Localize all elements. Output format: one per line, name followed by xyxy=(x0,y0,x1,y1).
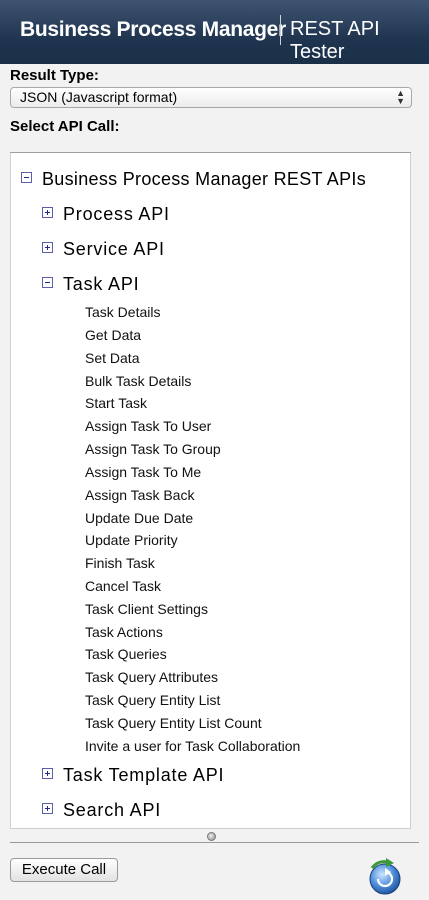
task-api-item[interactable]: Assign Task To User xyxy=(85,418,211,434)
tree-node-label: Search API xyxy=(63,800,162,820)
task-api-item[interactable]: Cancel Task xyxy=(85,578,161,594)
select-api-label: Select API Call: xyxy=(10,118,120,135)
select-arrows-icon: ▲ ▼ xyxy=(396,88,405,106)
task-api-item[interactable]: Task Query Entity List Count xyxy=(85,715,262,731)
task-api-item[interactable]: Start Task xyxy=(85,395,147,411)
task-api-item[interactable]: Bulk Task Details xyxy=(85,373,191,389)
footer-divider xyxy=(10,842,419,843)
task-api-item[interactable]: Set Data xyxy=(85,350,139,366)
tree-root-label: Business Process Manager REST APIs xyxy=(42,169,367,189)
result-type-value: JSON (Javascript format) xyxy=(20,89,178,105)
resize-grip-icon[interactable] xyxy=(207,832,216,841)
task-api-item[interactable]: Update Priority xyxy=(85,532,178,548)
task-api-item[interactable]: Assign Task To Group xyxy=(85,441,221,457)
task-api-item[interactable]: Update Due Date xyxy=(85,510,193,526)
task-api-item[interactable]: Assign Task To Me xyxy=(85,464,201,480)
app-header: Business Process Manager REST API Tester xyxy=(0,0,429,64)
tree-node-label: Task Template API xyxy=(63,765,225,785)
task-api-item[interactable]: Get Data xyxy=(85,327,141,343)
tree-node-label: Task API xyxy=(63,274,140,294)
result-type-select[interactable]: JSON (Javascript format) ▲ ▼ xyxy=(10,87,412,108)
tool-title: REST API Tester xyxy=(290,18,380,63)
collapse-icon[interactable] xyxy=(42,277,53,288)
task-api-item[interactable]: Task Queries xyxy=(85,646,167,662)
task-api-item[interactable]: Task Query Entity List xyxy=(85,692,220,708)
execute-call-button[interactable]: Execute Call xyxy=(10,858,118,882)
refresh-globe-icon[interactable] xyxy=(364,856,404,896)
api-tree: Business Process Manager REST APIs Proce… xyxy=(10,153,411,829)
tree-node-label: Service API xyxy=(63,239,165,259)
expand-icon[interactable] xyxy=(42,207,53,218)
collapse-icon[interactable] xyxy=(21,172,32,183)
app-title: Business Process Manager xyxy=(20,18,286,41)
expand-icon[interactable] xyxy=(42,242,53,253)
expand-icon[interactable] xyxy=(42,768,53,779)
task-api-item[interactable]: Assign Task Back xyxy=(85,487,194,503)
task-api-item[interactable]: Task Details xyxy=(85,304,160,320)
tree-node-label: Process API xyxy=(63,204,170,224)
task-api-item[interactable]: Task Actions xyxy=(85,624,163,640)
task-api-item[interactable]: Invite a user for Task Collaboration xyxy=(85,738,300,754)
task-api-item[interactable]: Task Client Settings xyxy=(85,601,208,617)
task-api-item[interactable]: Finish Task xyxy=(85,555,155,571)
task-api-item[interactable]: Task Query Attributes xyxy=(85,669,218,685)
header-separator xyxy=(280,15,281,45)
expand-icon[interactable] xyxy=(42,803,53,814)
result-type-label: Result Type: xyxy=(10,67,99,84)
